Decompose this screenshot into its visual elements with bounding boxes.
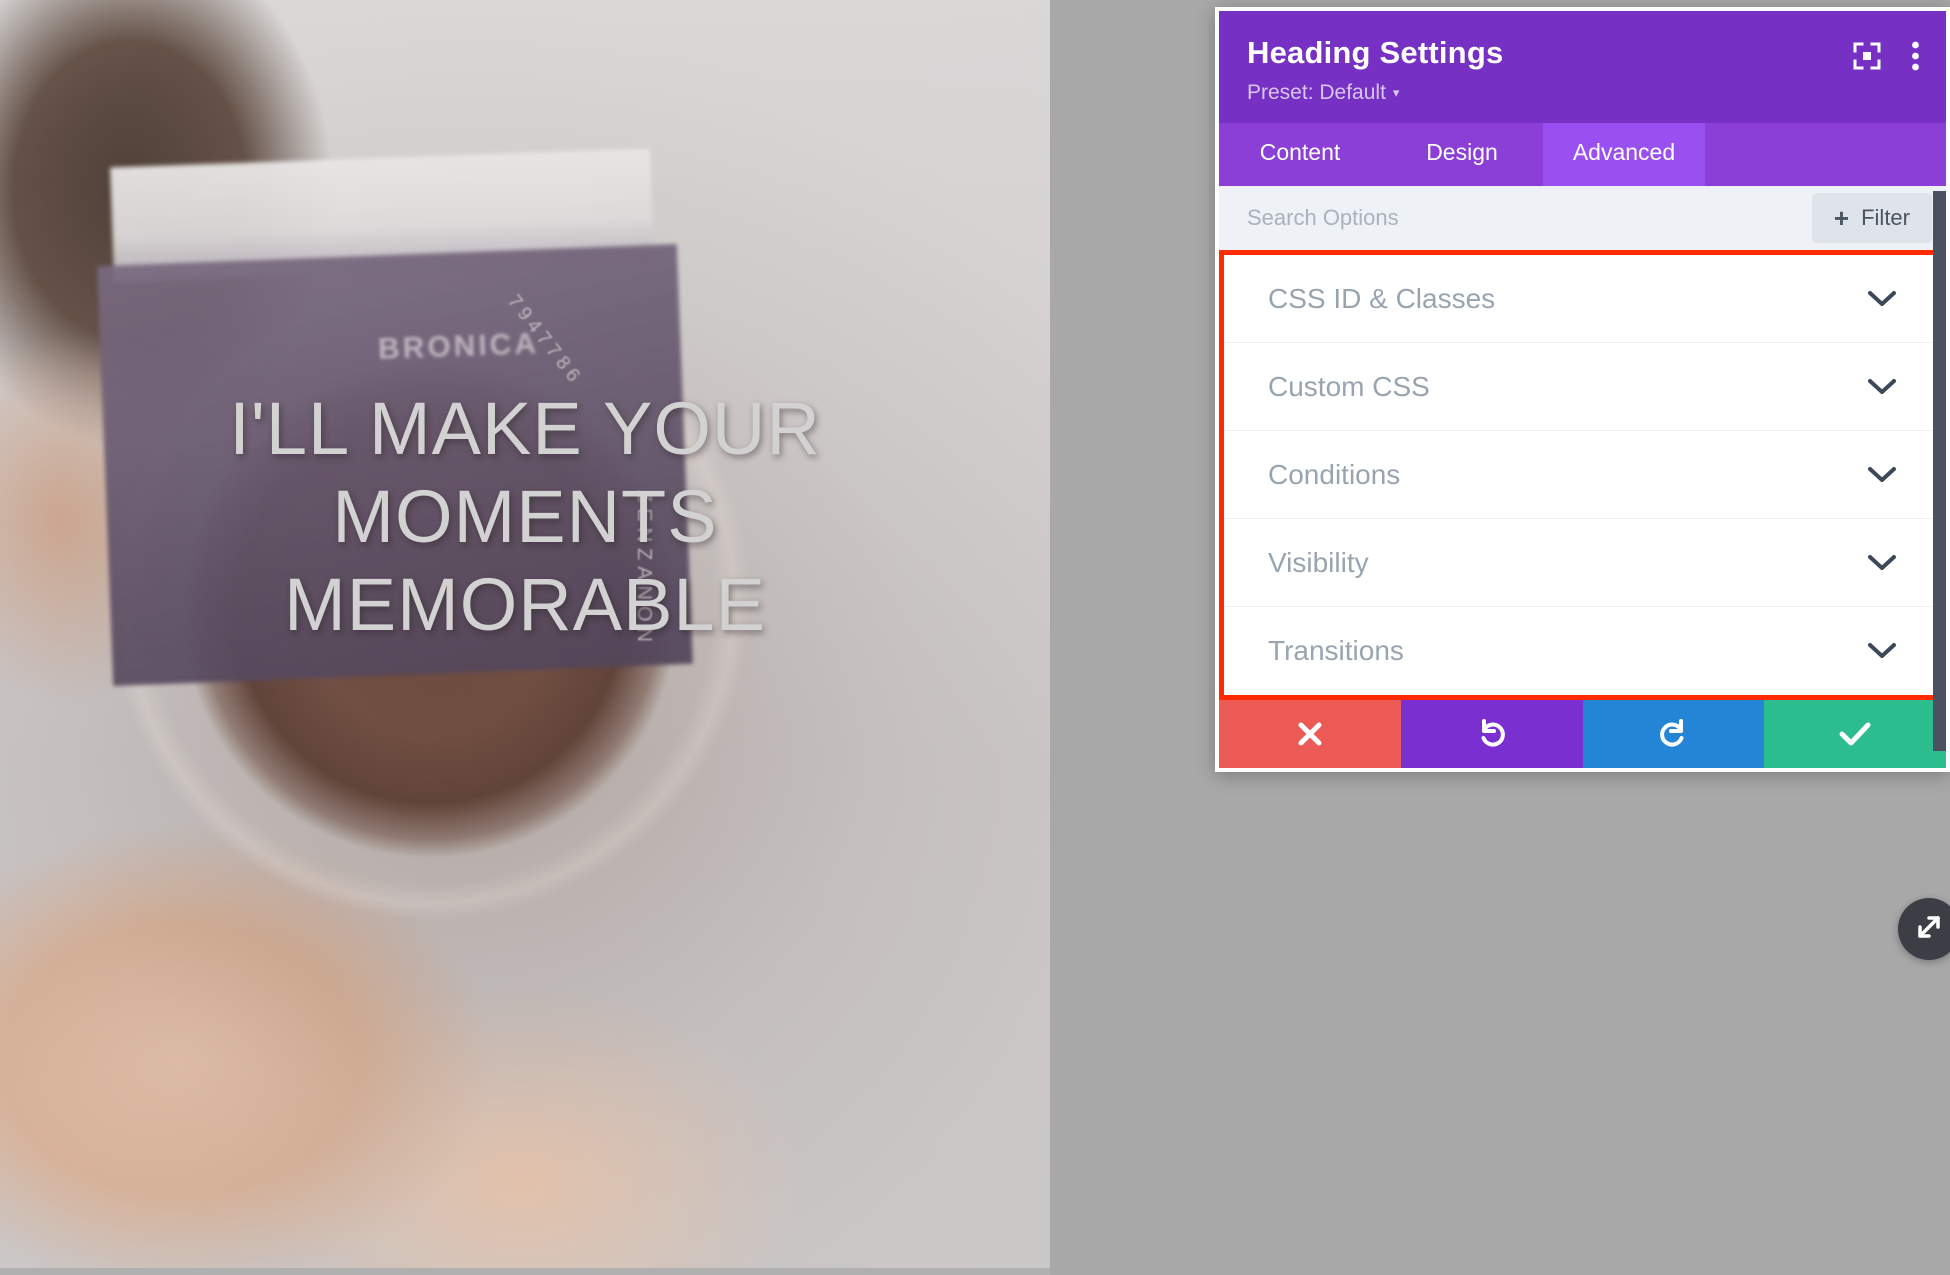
plus-icon: + xyxy=(1833,203,1850,233)
discard-button[interactable] xyxy=(1219,700,1401,768)
hero-heading-line-2: MOMENTS xyxy=(332,475,718,558)
options-scrollbar[interactable] xyxy=(1933,191,1946,751)
chevron-down-icon[interactable] xyxy=(1867,642,1897,660)
tab-content[interactable]: Content xyxy=(1219,123,1381,186)
redo-icon xyxy=(1657,718,1689,750)
chevron-down-icon[interactable] xyxy=(1867,290,1897,308)
hero-heading-line-1: I'LL MAKE YOUR xyxy=(229,387,821,470)
screen: BRONICA 7947786 ZENZANON I'LL MAKE YOUR … xyxy=(0,0,1950,1275)
option-label: Visibility xyxy=(1268,546,1369,578)
search-bar: + Filter xyxy=(1219,186,1946,250)
chevron-down-icon: ▾ xyxy=(1392,85,1400,101)
option-label: Custom CSS xyxy=(1268,370,1430,402)
chevron-down-icon[interactable] xyxy=(1867,378,1897,396)
option-label: Transitions xyxy=(1268,635,1404,666)
tab-bar: Content Design Advanced xyxy=(1219,123,1946,186)
advanced-options-list: CSS ID & Classes Custom CSS Conditions V… xyxy=(1224,255,1941,695)
hero-heading: I'LL MAKE YOUR MOMENTS MEMORABLE xyxy=(0,385,1050,649)
preset-selector[interactable]: Preset: Default ▾ xyxy=(1247,81,1399,105)
more-vertical-icon[interactable] xyxy=(1911,41,1920,71)
save-button[interactable] xyxy=(1764,700,1946,768)
page-title: Heading Settings xyxy=(1247,35,1504,70)
option-row-transitions[interactable]: Transitions xyxy=(1224,607,1941,695)
tab-advanced[interactable]: Advanced xyxy=(1543,123,1705,186)
advanced-options-highlight-region: CSS ID & Classes Custom CSS Conditions V… xyxy=(1219,191,1946,751)
option-row-custom-css[interactable]: Custom CSS xyxy=(1224,343,1941,431)
undo-icon xyxy=(1476,718,1508,750)
page-bottom-strip xyxy=(0,1268,1050,1275)
option-row-conditions[interactable]: Conditions xyxy=(1224,431,1941,519)
modal-header-actions xyxy=(1853,41,1920,71)
focus-target-icon[interactable] xyxy=(1853,42,1881,70)
hero-heading-line-3: MEMORABLE xyxy=(284,563,766,646)
website-preview-canvas: BRONICA 7947786 ZENZANON I'LL MAKE YOUR … xyxy=(0,0,1050,1268)
undo-button[interactable] xyxy=(1400,700,1583,768)
close-icon xyxy=(1295,719,1325,749)
tab-design[interactable]: Design xyxy=(1381,123,1543,186)
filter-button[interactable]: + Filter xyxy=(1811,193,1932,243)
diagonal-resize-icon xyxy=(1912,910,1946,949)
chevron-down-icon[interactable] xyxy=(1867,554,1897,572)
preset-label: Preset: Default xyxy=(1247,81,1386,104)
heading-settings-modal: Heading Settings Preset: Default ▾ Conte… xyxy=(1215,7,1950,772)
chevron-down-icon[interactable] xyxy=(1867,466,1897,484)
modal-header: Heading Settings Preset: Default ▾ xyxy=(1219,11,1946,123)
filter-button-label: Filter xyxy=(1861,205,1910,230)
option-label: Conditions xyxy=(1268,458,1401,490)
tab-bar-spacer xyxy=(1705,123,1946,186)
redo-button[interactable] xyxy=(1582,700,1765,768)
check-icon xyxy=(1838,720,1872,748)
option-row-css-id-classes[interactable]: CSS ID & Classes xyxy=(1224,255,1941,343)
option-label: CSS ID & Classes xyxy=(1268,282,1496,314)
option-row-visibility[interactable]: Visibility xyxy=(1224,519,1941,607)
search-input[interactable] xyxy=(1247,205,1812,231)
modal-action-bar xyxy=(1219,700,1946,768)
resize-handle[interactable] xyxy=(1898,898,1950,960)
